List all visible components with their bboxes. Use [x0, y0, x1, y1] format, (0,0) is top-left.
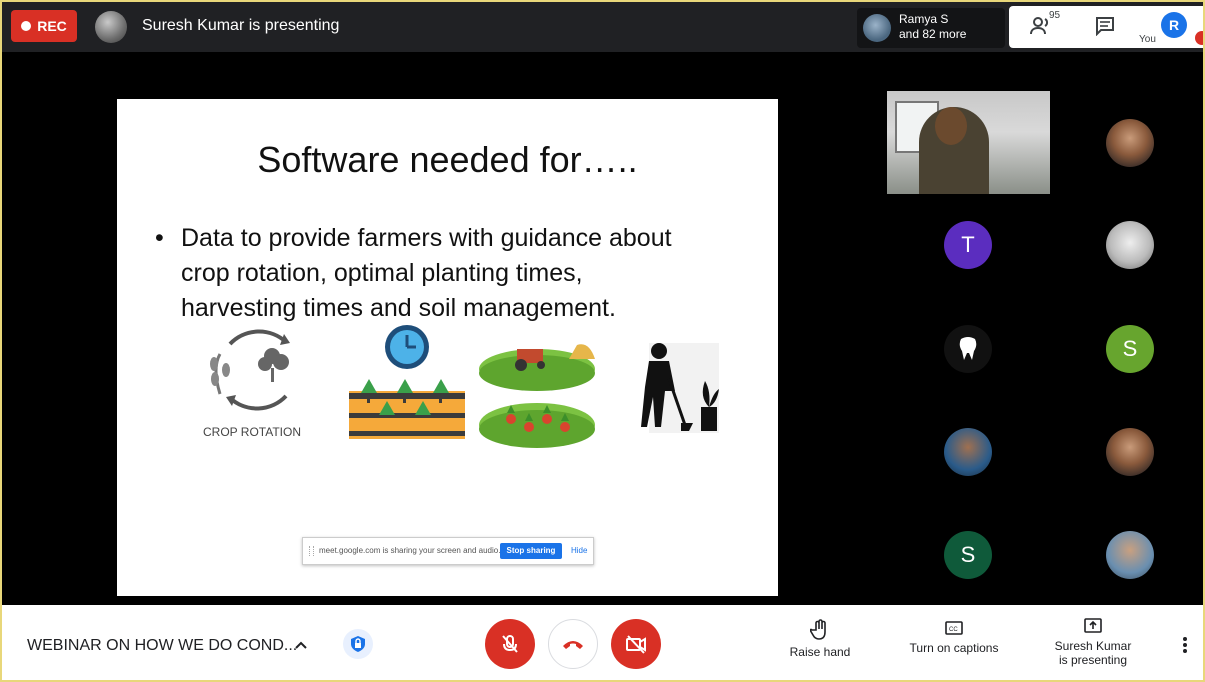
slide-line: Data to provide farmers with guidance ab… — [181, 224, 672, 252]
slide-title: Software needed for….. — [257, 139, 638, 180]
meet-window: REC Suresh Kumar is presenting Ramya S a… — [0, 0, 1205, 682]
meeting-title[interactable]: WEBINAR ON HOW WE DO COND... — [27, 637, 297, 655]
speaker-avatar — [863, 14, 891, 42]
camera-toggle-button[interactable] — [611, 619, 661, 669]
present-screen-icon — [1084, 618, 1102, 633]
raise-hand-button[interactable]: Raise hand — [785, 619, 855, 659]
chat-icon[interactable] — [1095, 16, 1115, 36]
participant-video-tile[interactable] — [887, 91, 1050, 194]
stop-sharing-button[interactable]: Stop sharing — [500, 543, 562, 559]
bullet-marker: • — [155, 224, 164, 252]
host-controls-shield-icon[interactable] — [343, 629, 373, 659]
speaker-more: and 82 more — [899, 27, 967, 41]
speaker-name: Ramya S — [899, 12, 949, 26]
mic-muted-icon — [1195, 31, 1203, 45]
harvesting-icon — [479, 344, 595, 448]
you-label: You — [1139, 34, 1156, 45]
presentation-button[interactable]: Suresh Kumar is presenting — [1050, 617, 1136, 667]
hang-up-icon — [563, 641, 583, 649]
participant-avatar[interactable] — [1106, 221, 1154, 269]
presenting-banner: Suresh Kumar is presenting — [142, 17, 340, 34]
captions-button[interactable]: CC Turn on captions — [902, 619, 1006, 655]
shared-screen-slide: Software needed for….. • Data to provide… — [117, 99, 778, 596]
mic-off-icon — [502, 635, 518, 653]
participant-avatar[interactable] — [1106, 428, 1154, 476]
presenting-line-1: Suresh Kumar — [1054, 639, 1132, 653]
tooth-logo-icon — [959, 337, 977, 360]
chevron-up-icon[interactable] — [294, 637, 308, 655]
participant-avatar[interactable] — [944, 325, 992, 373]
more-options-icon[interactable] — [1177, 635, 1193, 655]
bottom-bar: WEBINAR ON HOW WE DO COND... Raise hand … — [2, 605, 1203, 680]
captions-label: Turn on captions — [909, 641, 999, 655]
presenting-line-2: is presenting — [1058, 653, 1128, 667]
top-bar: REC Suresh Kumar is presenting Ramya S a… — [2, 2, 1203, 52]
soil-management-icon — [641, 343, 719, 433]
crop-rotation-icon — [210, 329, 290, 411]
planting-schedule-icon — [349, 325, 465, 439]
drag-handle-icon[interactable] — [309, 546, 314, 556]
top-right-controls: 95 R You — [1009, 6, 1203, 48]
raise-hand-label: Raise hand — [789, 645, 851, 659]
people-count: 95 — [1049, 10, 1061, 21]
leave-call-button[interactable] — [548, 619, 598, 669]
participant-avatar[interactable] — [944, 428, 992, 476]
you-avatar[interactable]: R — [1161, 12, 1187, 38]
rec-label: REC — [37, 18, 67, 34]
presenter-avatar — [95, 11, 127, 43]
camera-off-icon — [626, 635, 646, 654]
mic-toggle-button[interactable] — [485, 619, 535, 669]
hide-button[interactable]: Hide — [571, 546, 587, 555]
active-speakers[interactable]: Ramya S and 82 more — [857, 8, 1005, 48]
slide-bullet: • Data to provide farmers with guidance … — [155, 221, 755, 326]
captions-icon: CC — [945, 621, 963, 635]
svg-text:CC: CC — [949, 627, 958, 633]
slide-line: crop rotation, optimal planting times, — [181, 259, 583, 287]
participant-avatar[interactable]: S — [944, 531, 992, 579]
screen-share-notice: meet.google.com is sharing your screen a… — [302, 537, 594, 565]
crop-rotation-label: CROP ROTATION — [203, 425, 302, 439]
share-message: meet.google.com is sharing your screen a… — [319, 546, 501, 555]
recording-badge[interactable]: REC — [11, 10, 77, 42]
record-dot-icon — [21, 21, 32, 31]
participant-avatar[interactable] — [1106, 531, 1154, 579]
participant-avatar[interactable] — [1106, 119, 1154, 167]
participant-avatar[interactable]: T — [944, 221, 992, 269]
participant-avatar[interactable]: S — [1106, 325, 1154, 373]
hand-icon — [810, 619, 826, 640]
